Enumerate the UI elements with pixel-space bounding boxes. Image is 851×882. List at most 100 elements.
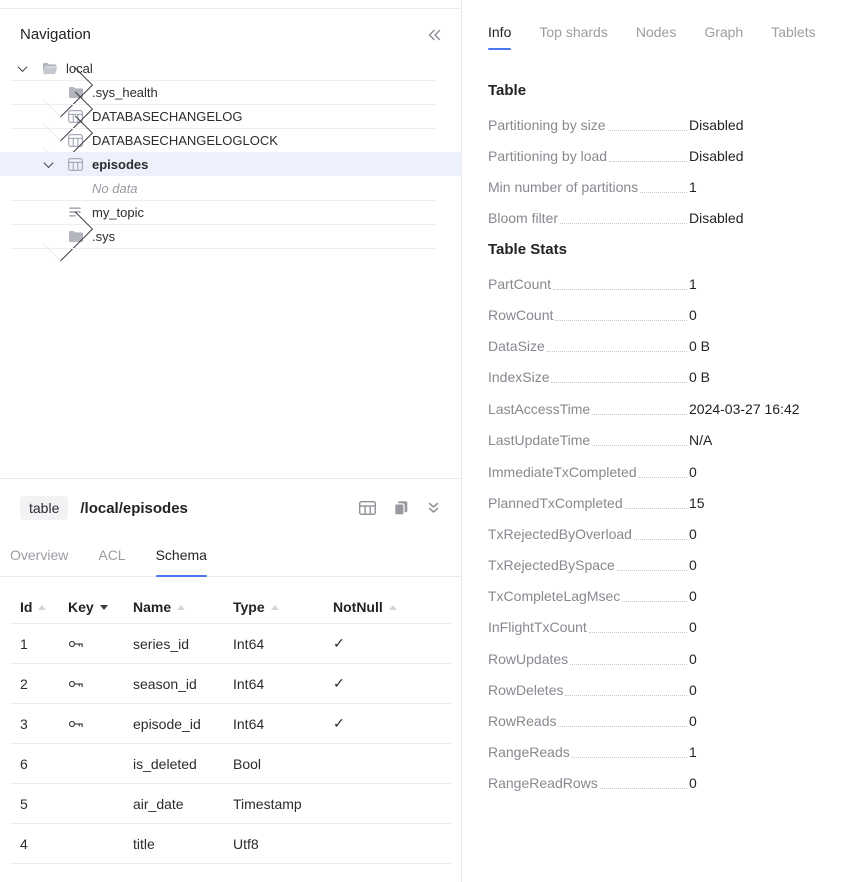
cell-name: title [123,836,223,852]
chevron-right-icon[interactable] [42,224,68,249]
tab-graph[interactable]: Graph [704,24,743,50]
info-group: PartCount1RowCount0DataSize0 BIndexSize0… [488,275,833,387]
dotted-leader [634,539,687,540]
chevron-down-icon[interactable] [16,65,42,72]
tree-item-sys[interactable]: .sys [0,224,461,248]
info-row-left: Bloom filter [488,209,689,228]
tree-item-label: No data [92,181,138,196]
schema-table: Id KeyName Type NotNull 1series_idInt64✓2sea… [10,591,451,864]
schema-row-is-deleted[interactable]: 6is_deletedBool [10,744,451,784]
entity-type-badge: table [20,496,68,520]
info-section-table: TablePartitioning by sizeDisabledPartiti… [488,82,833,228]
info-value: 1 [689,743,697,762]
info-row-left: RowCount [488,306,689,325]
schema-row-title[interactable]: 4titleUtf8 [10,824,451,864]
info-row-left: PartCount [488,275,689,294]
info-label: LastUpdateTime [488,431,590,450]
navigation-tree: local.sys_healthDATABASECHANGELOGDATABAS… [0,56,461,248]
info-label: DataSize [488,337,545,356]
cell-name: is_deleted [123,756,223,772]
info-row-txcompletelagmsec: TxCompleteLagMsec0 [488,587,834,606]
column-header-label: Id [20,599,32,615]
tab-info[interactable]: Info [488,24,511,50]
info-label: InFlightTxCount [488,618,587,637]
info-row-left: ImmediateTxCompleted [488,463,689,482]
collapse-double-left-icon[interactable] [426,28,443,42]
info-value: Disabled [689,147,743,166]
dotted-leader [617,570,687,571]
info-group: RowUpdates0RowDeletes0RowReads0RangeRead… [488,650,833,793]
info-section-table-stats: Table StatsPartCount1RowCount0DataSize0 … [488,241,833,793]
chevron-right-icon[interactable] [42,128,68,153]
copy-icon[interactable] [393,500,409,516]
info-label: TxRejectedBySpace [488,556,615,575]
column-header-type[interactable]: Type [223,599,323,615]
tab-acl[interactable]: ACL [98,547,125,576]
column-header-label: Type [233,599,265,615]
dotted-leader [589,632,687,633]
column-header-name[interactable]: Name [123,599,223,615]
info-value: Disabled [689,209,743,228]
info-value: 0 [689,650,697,669]
grid-icon[interactable] [359,501,376,515]
info-sections: TablePartitioning by sizeDisabledPartiti… [488,82,833,793]
info-row-rowreads: RowReads0 [488,712,834,731]
info-group: LastAccessTime 2024-03-27 16:42 LastUpdate… [488,400,833,450]
schema-row-air-date[interactable]: 5air_dateTimestamp [10,784,451,824]
info-value: 0 [689,681,697,700]
info-value: 0 [689,306,697,325]
tab-tablets[interactable]: Tablets [771,24,815,50]
tab-top-shards[interactable]: Top shards [539,24,607,50]
table-icon [68,158,92,171]
chevron-down-icon[interactable] [42,161,68,168]
column-header-id[interactable]: Id [10,599,58,615]
double-chevron-down-icon[interactable] [426,501,441,515]
schema-row-season-id[interactable]: 2season_idInt64✓ [10,664,451,704]
info-row-left: RowUpdates [488,650,689,669]
cell-name: season_id [123,676,223,692]
info-row-left: TxRejectedBySpace [488,556,689,575]
app-root: Navigation local.sys_healthDATABASECHANG… [0,0,851,882]
info-value: N/A [689,431,712,450]
info-row-left: TxCompleteLagMsec [488,587,689,606]
info-label: LastAccessTime [488,400,590,419]
navigation-title: Navigation [20,26,91,43]
schema-panel-tabs: Overview ACL Schema [0,533,461,577]
tree-item-episodes[interactable]: episodes [0,152,461,176]
tree-item-databasechangeloglock[interactable]: DATABASECHANGELOGLOCK [0,128,461,152]
info-panel: Info Top shards Nodes Graph Tablets Table Par… [461,0,851,882]
info-row-rowupdates: RowUpdates0 [488,650,834,669]
info-row-left: LastAccessTime [488,400,689,419]
info-label: Partitioning by size [488,116,606,135]
schema-row-series-id[interactable]: 1series_idInt64✓ [10,624,451,664]
info-row-rowdeletes: RowDeletes0 [488,681,834,700]
info-value: 0 [689,618,697,637]
info-label: RangeReadRows [488,774,598,793]
tree-item-no-data[interactable]: No data [0,176,461,200]
notnull-check-icon: ✓ [323,635,451,652]
info-value: 2024-03-27 16:42 [689,400,800,419]
info-row-left: LastUpdateTime [488,431,689,450]
cell-id: 4 [10,836,58,852]
key-icon [58,719,123,729]
tab-nodes[interactable]: Nodes [636,24,676,50]
navigation-header: Navigation [0,9,461,56]
dotted-leader [553,289,687,290]
column-header-notnull[interactable]: NotNull [323,599,451,615]
info-row-left: RangeReads [488,743,689,762]
schema-row-episode-id[interactable]: 3episode_idInt64✓ [10,704,451,744]
column-header-key[interactable]: Key [58,599,123,615]
info-row-left: Partitioning by size [488,116,689,135]
info-label: IndexSize [488,368,549,387]
tab-schema[interactable]: Schema [156,547,207,576]
dotted-leader [547,351,687,352]
schema-panel-actions [359,500,441,516]
sort-down-icon [100,605,108,610]
section-title: Table [488,82,833,99]
cell-id: 6 [10,756,58,772]
dotted-leader [592,414,687,415]
tab-overview[interactable]: Overview [10,547,68,576]
info-label: PlannedTxCompleted [488,494,623,513]
key-icon [58,679,123,689]
info-row-datasize: DataSize0 B [488,337,834,356]
